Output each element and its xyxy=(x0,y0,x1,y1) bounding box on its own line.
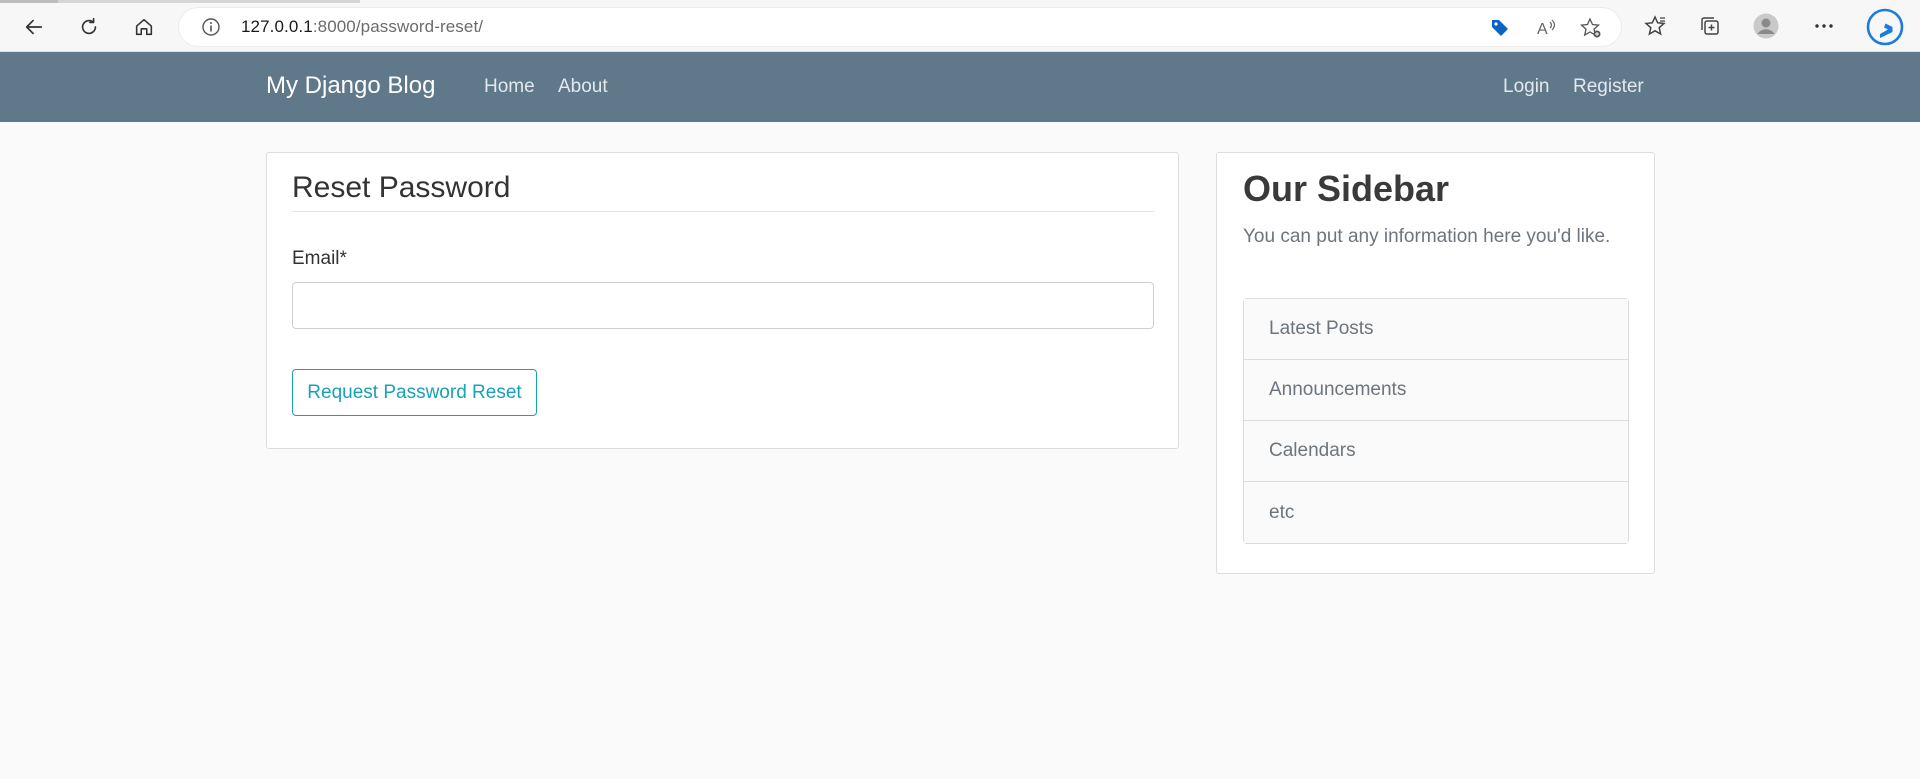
legend-divider xyxy=(292,211,1154,212)
reset-password-card: Reset Password Email* Request Password R… xyxy=(266,152,1179,449)
nav-register-link[interactable]: Register xyxy=(1573,76,1644,98)
shopping-tag-icon[interactable] xyxy=(1489,17,1511,39)
bing-icon[interactable] xyxy=(1866,8,1904,46)
add-favorite-icon[interactable] xyxy=(1580,17,1602,39)
brand-link[interactable]: My Django Blog xyxy=(266,72,435,100)
email-label: Email* xyxy=(292,248,347,269)
sidebar-item-etc[interactable]: etc xyxy=(1244,482,1628,543)
site-navbar: My Django Blog Home About Login Register xyxy=(0,52,1920,122)
browser-toolbar: 127.0.0.1:8000/password-reset/ A xyxy=(0,0,1920,52)
profile-icon[interactable] xyxy=(1753,13,1779,39)
sidebar-item-latest-posts[interactable]: Latest Posts xyxy=(1244,299,1628,360)
sidebar-description: You can put any information here you'd l… xyxy=(1243,226,1611,247)
refresh-icon[interactable] xyxy=(72,10,106,44)
sidebar-list: Latest Posts Announcements Calendars etc xyxy=(1243,298,1629,544)
back-icon[interactable] xyxy=(17,10,51,44)
sidebar-item-announcements[interactable]: Announcements xyxy=(1244,360,1628,421)
form-legend: Reset Password xyxy=(292,171,511,204)
read-aloud-icon[interactable]: A xyxy=(1535,17,1557,39)
address-bar[interactable]: 127.0.0.1:8000/password-reset/ A xyxy=(179,8,1621,46)
svg-text:A: A xyxy=(1537,21,1548,38)
collections-icon[interactable] xyxy=(1697,13,1723,39)
favorites-icon[interactable] xyxy=(1642,13,1668,39)
nav-about-link[interactable]: About xyxy=(558,76,608,98)
home-icon[interactable] xyxy=(127,10,161,44)
email-field[interactable] xyxy=(292,282,1154,329)
sidebar-card: Our Sidebar You can put any information … xyxy=(1216,152,1655,574)
site-info-icon[interactable] xyxy=(201,17,221,37)
more-icon[interactable] xyxy=(1811,13,1837,39)
tab-strip-active xyxy=(0,0,58,3)
request-password-reset-button[interactable]: Request Password Reset xyxy=(292,369,537,416)
sidebar-title: Our Sidebar xyxy=(1243,168,1450,209)
nav-login-link[interactable]: Login xyxy=(1503,76,1550,98)
sidebar-item-calendars[interactable]: Calendars xyxy=(1244,421,1628,482)
url-text[interactable]: 127.0.0.1:8000/password-reset/ xyxy=(241,17,483,37)
nav-home-link[interactable]: Home xyxy=(484,76,535,98)
